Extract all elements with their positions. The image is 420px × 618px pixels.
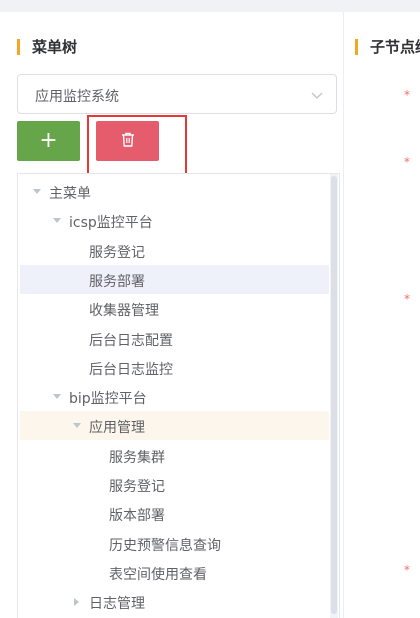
- menu-tree: 主菜单 icsp监控平台 服务登记 服务部署 收集器管理 后台日志配置 后台日志监控 bip监…: [17, 173, 340, 618]
- menu-tree-title: 菜单树: [32, 38, 78, 56]
- tree-node-label: bip监控平台: [69, 391, 147, 408]
- caret-down-icon[interactable]: [51, 206, 63, 235]
- menu-tree-header: 菜单树: [17, 36, 77, 57]
- tree-node[interactable]: 服务登记: [20, 236, 329, 265]
- tree-node-label: 后台日志监控: [89, 361, 173, 378]
- tree-scrollbar-thumb[interactable]: [331, 176, 337, 614]
- tree-node-label: 服务集群: [109, 449, 165, 466]
- header-accent-bar: [355, 38, 358, 55]
- tree-node[interactable]: 历史预警信息查询: [20, 529, 329, 558]
- child-node-title: 子节点维: [370, 38, 420, 56]
- required-asterisk: *: [404, 563, 410, 577]
- system-select-value: 应用监控系统: [35, 89, 119, 105]
- tree-node-label: 服务登记: [89, 244, 145, 261]
- tree-node[interactable]: 表空间使用查看: [20, 558, 329, 587]
- tree-scrollbar[interactable]: [330, 174, 338, 618]
- caret-down-icon[interactable]: [71, 411, 83, 440]
- tree-node[interactable]: icsp监控平台: [20, 206, 329, 235]
- tree-node-label: 应用管理: [89, 420, 145, 437]
- caret-down-icon[interactable]: [51, 382, 63, 411]
- child-node-header: 子节点维: [355, 36, 420, 57]
- tree-node[interactable]: bip监控平台: [20, 382, 329, 411]
- required-asterisk: *: [404, 292, 410, 306]
- tree-node[interactable]: 版本部署: [20, 499, 329, 528]
- tree-node-label: 主菜单: [49, 186, 91, 202]
- tree-node-label: 日志管理: [89, 596, 145, 613]
- tree-node-label: 历史预警信息查询: [109, 537, 221, 554]
- tree-node[interactable]: 服务集群: [20, 441, 329, 470]
- tree-node-label: 服务部署: [89, 273, 145, 290]
- tree-node-label: 后台日志配置: [89, 332, 173, 349]
- system-select[interactable]: 应用监控系统: [17, 74, 337, 114]
- tree-node-label: 服务登记: [109, 479, 165, 495]
- trash-icon: [121, 132, 135, 151]
- tree-node-label: 版本部署: [109, 508, 165, 525]
- child-node-panel: [343, 12, 420, 618]
- caret-down-icon[interactable]: [31, 177, 43, 206]
- tree-node[interactable]: 应用管理: [20, 411, 329, 441]
- caret-right-icon[interactable]: [71, 587, 83, 616]
- tree-node-label: 表空间使用查看: [109, 566, 207, 583]
- tree-node[interactable]: 日志管理: [20, 587, 329, 616]
- tree-node[interactable]: 后台日志配置: [20, 324, 329, 353]
- top-strip: [0, 0, 420, 12]
- tree-node[interactable]: 主菜单: [20, 177, 329, 206]
- tree-node-label: 收集器管理: [89, 303, 159, 320]
- required-asterisk: *: [404, 88, 410, 102]
- delete-menu-button[interactable]: [96, 121, 159, 161]
- tree-node[interactable]: 服务登记: [20, 470, 329, 499]
- add-menu-button[interactable]: +: [17, 121, 80, 161]
- chevron-down-icon: [310, 87, 324, 106]
- tree-node[interactable]: 服务部署: [20, 264, 329, 294]
- tree-node[interactable]: 收集器管理: [20, 294, 329, 323]
- plus-icon: +: [39, 128, 58, 153]
- required-asterisk: *: [404, 155, 410, 169]
- tree-node[interactable]: 后台日志监控: [20, 353, 329, 382]
- header-accent-bar: [17, 38, 20, 55]
- tree-node-label: icsp监控平台: [69, 215, 153, 232]
